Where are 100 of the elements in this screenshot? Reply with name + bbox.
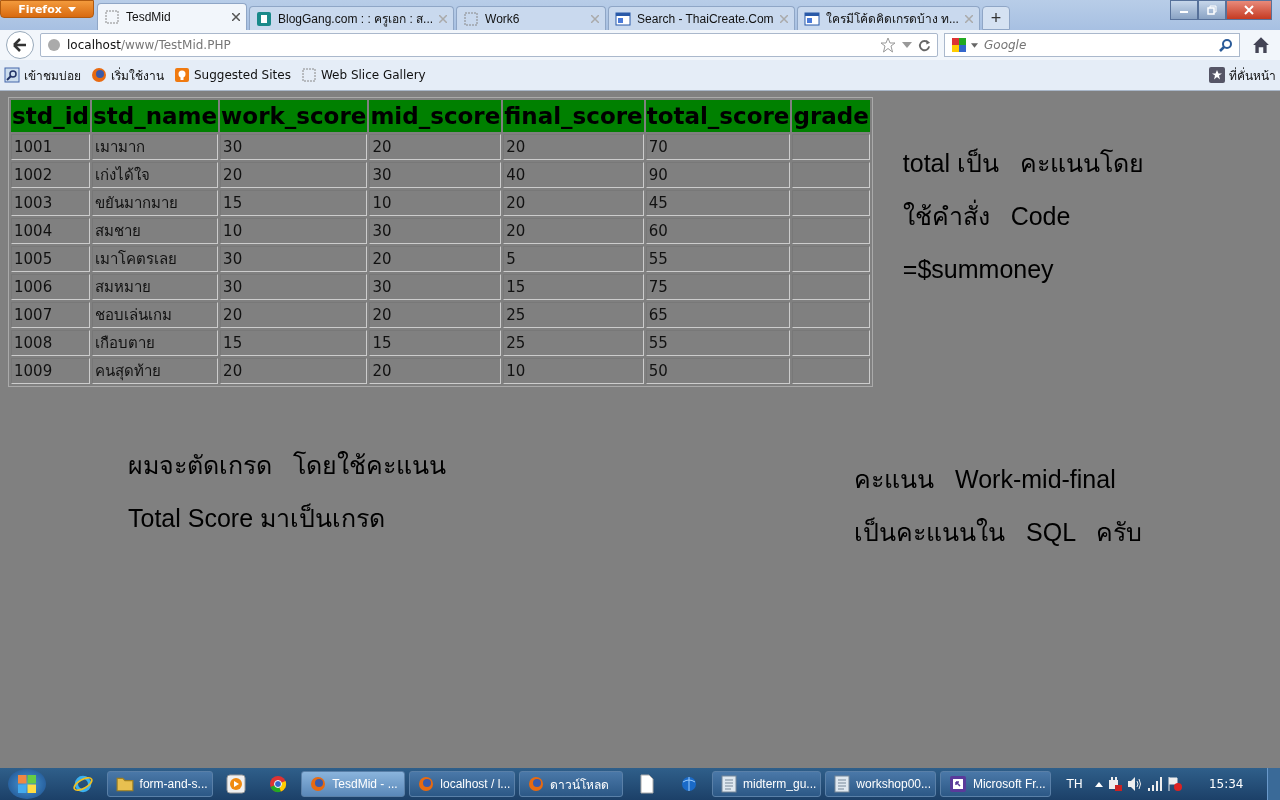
search-icon[interactable]: [1219, 38, 1233, 52]
back-button[interactable]: [6, 31, 34, 59]
start-button[interactable]: [8, 769, 47, 799]
table-cell: 55: [645, 330, 791, 356]
play-icon[interactable]: [225, 774, 246, 794]
table-cell: 1005: [11, 246, 90, 272]
taskbar-button[interactable]: ดาวน์โหลด: [519, 771, 624, 797]
table-cell: 20: [220, 302, 368, 328]
up-arrow-icon[interactable]: [1094, 781, 1103, 787]
column-header: mid_score: [369, 100, 502, 132]
bookmark-link[interactable]: Suggested Sites: [174, 67, 291, 83]
table-cell: 1002: [11, 162, 90, 188]
table-cell: 30: [220, 246, 368, 272]
taskbar-button[interactable]: form-and-s...: [106, 771, 213, 797]
document-icon: [834, 775, 851, 793]
file-icon[interactable]: [638, 774, 655, 794]
chrome-icon[interactable]: [268, 774, 289, 794]
restore-button[interactable]: [1198, 0, 1226, 20]
search-icon: [4, 67, 20, 83]
table-cell: 55: [645, 246, 791, 272]
power-plug-icon[interactable]: [1106, 776, 1123, 792]
tab-title: Search - ThaiCreate.Com: [637, 11, 774, 26]
table-cell: 20: [503, 190, 644, 216]
bookmark-link[interactable]: เข้าชมบ่อย: [4, 65, 81, 85]
table-cell: 20: [220, 162, 368, 188]
close-window-button[interactable]: [1226, 0, 1272, 20]
table-cell: 50: [645, 358, 791, 384]
table-cell: 1003: [11, 190, 90, 216]
browser-tab[interactable]: TesdMid: [97, 3, 247, 30]
table-cell: 15: [220, 330, 368, 356]
bookmark-link[interactable]: Web Slice Gallery: [300, 67, 426, 83]
note-text: ผมจะตัดเกรด โดยใช้คะแนน: [128, 450, 446, 481]
search-bar[interactable]: Google: [944, 33, 1240, 57]
url-text: localhost/www/TestMid.PHP: [67, 38, 231, 52]
caret-icon: [67, 6, 76, 12]
document-icon: [721, 775, 737, 793]
note-text: ใช้คำสั่ง Code: [902, 190, 1144, 243]
table-cell: 10: [369, 190, 502, 216]
page-icon: [104, 9, 120, 25]
close-icon[interactable]: [232, 13, 240, 21]
table-cell: 65: [645, 302, 791, 328]
signal-bars-icon[interactable]: [1146, 776, 1163, 792]
lightbulb-icon: [174, 67, 190, 83]
table-cell: 20: [369, 358, 502, 384]
star-icon[interactable]: [880, 37, 896, 53]
table-cell: 20: [369, 302, 502, 328]
address-bar[interactable]: localhost/www/TestMid.PHP: [40, 33, 938, 57]
reload-icon[interactable]: [918, 38, 931, 52]
table-cell: 25: [503, 302, 644, 328]
search-field[interactable]: Google: [982, 37, 1215, 53]
table-cell: เกือบตาย: [92, 330, 219, 356]
tab-title: Work6: [485, 11, 521, 26]
language-indicator[interactable]: TH: [1066, 777, 1083, 791]
arrow-square-icon: [948, 775, 967, 793]
taskbar-button[interactable]: Microsoft Fr...: [939, 771, 1051, 797]
note-text: Total Score มาเป็นเกรด: [128, 502, 386, 534]
google-logo-icon: [951, 37, 967, 53]
browser-tab[interactable]: Work6: [456, 6, 607, 30]
table-cell: 25: [503, 330, 644, 356]
table-cell: 90: [645, 162, 791, 188]
note-text: คะแนน Work-mid-final: [854, 464, 1117, 495]
clock[interactable]: 15:34: [1208, 777, 1244, 791]
table-cell: 30: [369, 274, 502, 300]
tab-title: BlogGang.com : : ครูเอก : ส...: [278, 11, 434, 28]
table-cell: 45: [645, 190, 791, 216]
table-cell: 60: [645, 218, 791, 244]
firefox-icon: [418, 776, 435, 792]
table-cell: 15: [369, 330, 502, 356]
taskbar-button[interactable]: midterm_gu...: [712, 771, 822, 797]
new-tab-button[interactable]: +: [981, 6, 1010, 30]
taskbar-button[interactable]: workshop00...: [825, 771, 936, 797]
home-icon[interactable]: [1252, 36, 1270, 54]
table-cell: 1007: [11, 302, 90, 328]
table-cell: 30: [220, 134, 368, 160]
window-icon: [615, 10, 632, 27]
note-text: total เป็น คะแนนโดย: [902, 147, 1144, 179]
bookmarks-menu-button[interactable]: ที่คั่นหน้า: [1209, 65, 1276, 85]
table-cell: 1009: [11, 358, 90, 384]
table-cell: 20: [503, 134, 644, 160]
table-cell: 20: [369, 246, 502, 272]
page-icon: [300, 67, 317, 83]
taskbar-button[interactable]: localhost / l...: [409, 771, 516, 797]
browser-tab[interactable]: Search - ThaiCreate.Com: [608, 6, 795, 30]
column-header: total_score: [645, 100, 791, 132]
back-arrow-icon: [12, 37, 28, 53]
browser-tab[interactable]: ใครมีโค้ดคิดเกรดบ้าง ท...: [796, 6, 980, 30]
flag-icon[interactable]: [1166, 776, 1183, 792]
dropdown-icon[interactable]: [902, 42, 912, 48]
table-cell: คนสุดท้าย: [92, 358, 219, 384]
star-icon: [1209, 67, 1225, 83]
minimize-button[interactable]: [1170, 0, 1198, 20]
table-cell: 10: [220, 218, 368, 244]
tab-title: TesdMid: [126, 10, 172, 24]
dropdown-icon[interactable]: [971, 42, 978, 48]
speaker-icon[interactable]: [1126, 776, 1143, 792]
table-cell: 20: [369, 134, 502, 160]
browser-tab[interactable]: BlogGang.com : : ครูเอก : ส...: [249, 6, 455, 30]
firefox-icon: [310, 776, 327, 792]
page-icon: [463, 10, 480, 27]
bookmark-link[interactable]: เริ่มใช้งาน: [91, 65, 164, 85]
